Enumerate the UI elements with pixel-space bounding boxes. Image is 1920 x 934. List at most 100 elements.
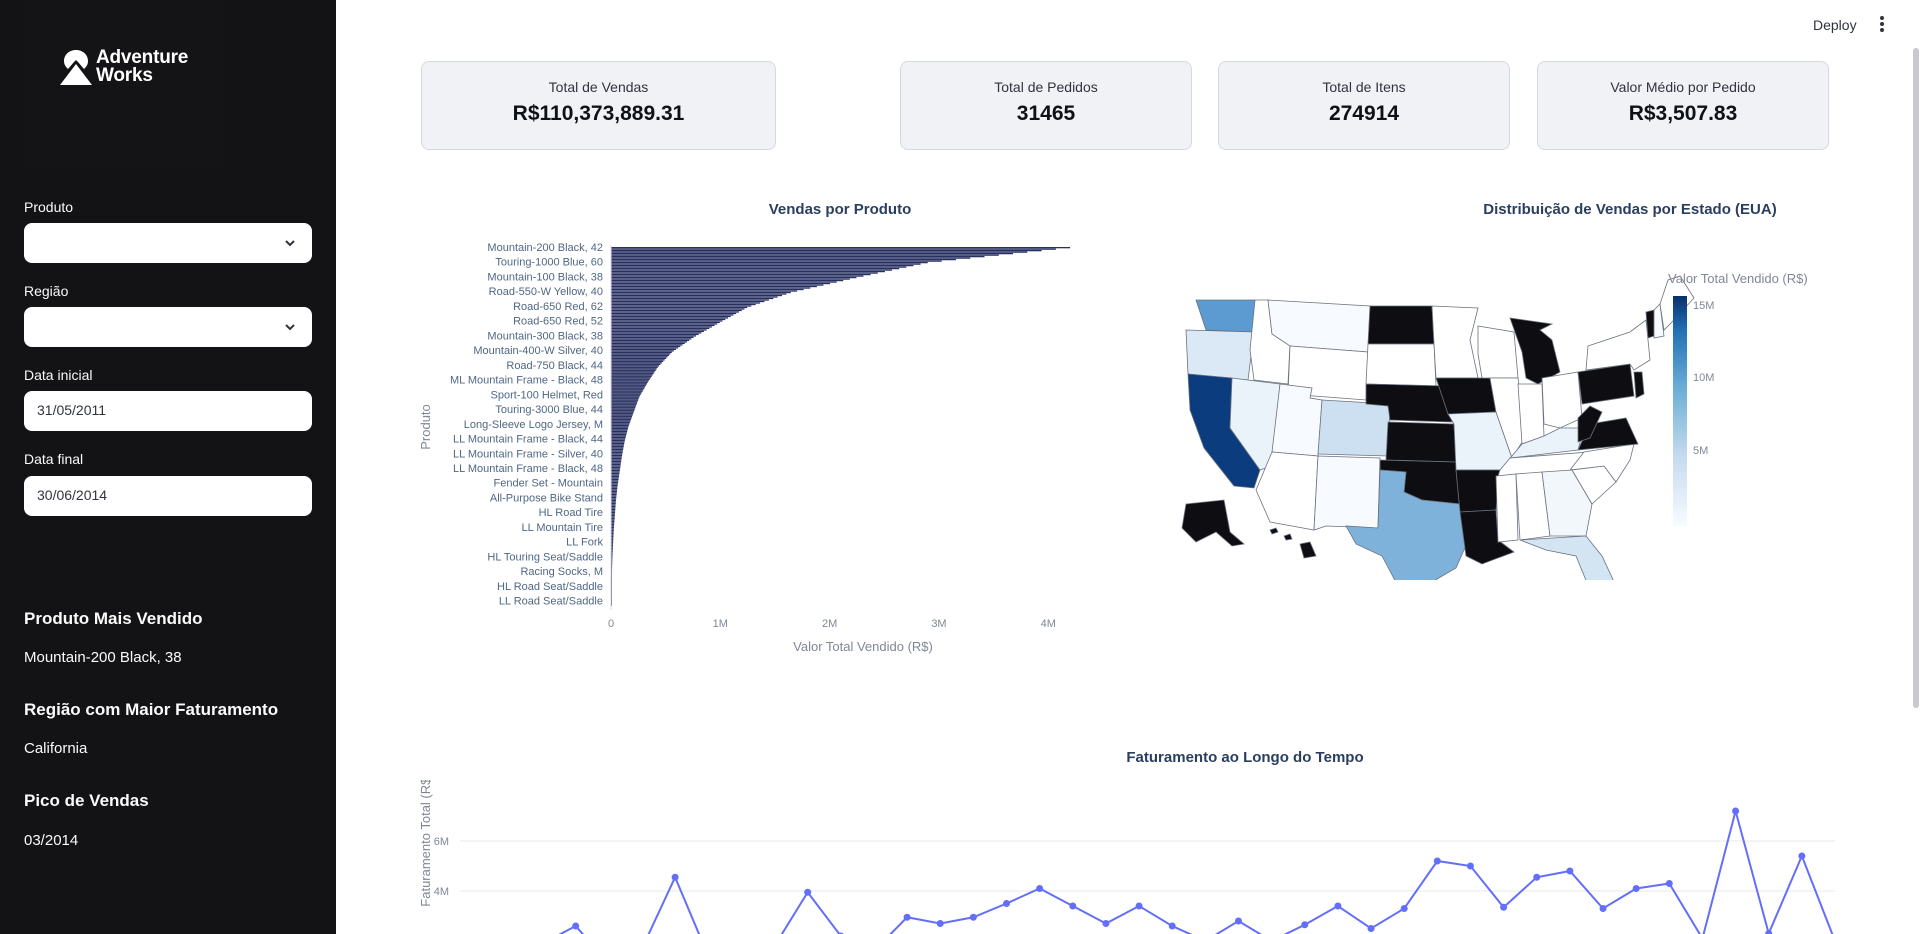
bar — [611, 342, 685, 345]
bar — [611, 447, 624, 449]
state-ohio — [1541, 371, 1583, 429]
bar — [611, 430, 628, 433]
regiao-select[interactable] — [24, 307, 312, 347]
bar — [611, 514, 615, 517]
bar-category-label: LL Mountain Tire — [521, 522, 603, 534]
bar — [611, 459, 622, 461]
produto-select[interactable] — [24, 223, 312, 263]
bar — [611, 323, 718, 325]
bar — [611, 387, 645, 389]
bar — [611, 345, 681, 348]
state-alaska — [1181, 499, 1245, 547]
chevron-down-icon — [285, 324, 295, 331]
bar — [611, 451, 623, 454]
bar — [611, 495, 617, 497]
bar — [611, 450, 623, 452]
bar — [611, 435, 626, 437]
line-point — [1500, 903, 1508, 911]
bar — [611, 272, 878, 274]
bar — [611, 285, 817, 288]
state-washington — [1195, 299, 1256, 333]
bar — [611, 420, 631, 422]
line-point — [1334, 902, 1342, 910]
bar — [611, 468, 621, 470]
bar — [611, 520, 615, 523]
colorbar-tick-10m: 10M — [1693, 372, 1714, 384]
bar — [611, 336, 694, 339]
line-point — [1036, 885, 1044, 892]
data-inicial-input[interactable]: 31/05/2011 — [24, 391, 312, 431]
bar — [611, 248, 1056, 250]
metric-label: Valor Médio por Pedido — [1610, 79, 1756, 95]
state-hawaii — [1269, 527, 1317, 559]
bar-category-label: Touring-3000 Blue, 44 — [495, 404, 603, 416]
line-series — [558, 807, 1834, 934]
bar — [611, 288, 804, 291]
bar — [611, 426, 629, 428]
deploy-button[interactable]: Deploy — [1813, 17, 1857, 33]
bar — [611, 369, 656, 371]
us-choropleth-map: Valor Total Vendido (R$) 15M 10M 5M — [1181, 271, 1808, 580]
bar — [611, 490, 617, 493]
bar — [611, 275, 864, 277]
bar-category-label: Long-Sleeve Logo Jersey, M — [464, 419, 603, 431]
bar — [611, 410, 635, 412]
bar-category-label: Fender Set - Mountain — [494, 478, 603, 490]
data-inicial-label: Data inicial — [24, 367, 93, 383]
bar — [611, 395, 640, 397]
bar-category-label: ML Mountain Frame - Black, 48 — [450, 375, 603, 387]
state-indiana — [1517, 383, 1545, 445]
data-final-input[interactable]: 30/06/2014 — [24, 476, 312, 516]
line-point — [1135, 902, 1143, 910]
bar — [611, 414, 633, 416]
bar-category-label: Road-750 Black, 44 — [506, 360, 603, 372]
page-scrollbar[interactable] — [1913, 48, 1919, 708]
bar — [611, 465, 621, 467]
bar — [611, 496, 617, 499]
bar — [611, 332, 702, 334]
bar — [611, 436, 626, 439]
state-wisconsin — [1477, 325, 1519, 379]
bar — [611, 354, 669, 356]
bar-category-label: Racing Socks, M — [520, 566, 603, 578]
metric-label: Total de Vendas — [548, 79, 649, 95]
bar — [611, 474, 620, 476]
metric-total-pedidos: Total de Pedidos 31465 — [900, 61, 1192, 150]
bar — [611, 513, 615, 515]
state-north-dakota — [1367, 305, 1435, 345]
bar — [611, 247, 1071, 249]
bar — [611, 333, 699, 336]
chevron-down-icon — [285, 240, 295, 247]
line-point — [671, 873, 679, 881]
bar — [611, 399, 639, 401]
bar — [611, 413, 634, 415]
main-menu-icon[interactable] — [1876, 16, 1888, 34]
bar — [611, 353, 671, 355]
bar — [611, 516, 615, 518]
bar — [611, 433, 627, 436]
bar — [611, 499, 616, 502]
line-point — [1566, 867, 1574, 875]
adventure-works-logo: Adventure Works — [59, 48, 188, 86]
bar — [611, 326, 712, 328]
bar-category-label: Touring-1000 Blue, 60 — [495, 257, 603, 269]
bar — [611, 453, 623, 455]
bar — [611, 380, 649, 382]
bar — [611, 314, 734, 316]
bar — [611, 392, 642, 394]
bar — [611, 402, 637, 404]
bar — [611, 327, 710, 330]
line-point — [1367, 925, 1375, 932]
bar — [611, 366, 658, 368]
bar — [611, 335, 697, 337]
data-final-label: Data final — [24, 451, 84, 467]
line-point — [1665, 880, 1673, 887]
bar — [611, 261, 928, 264]
bar — [611, 519, 615, 521]
line-point — [1069, 902, 1077, 910]
bar — [611, 505, 616, 508]
bar — [611, 348, 676, 351]
bar — [611, 357, 667, 359]
bar — [611, 284, 824, 286]
regiao-maior-faturamento-title: Região com Maior Faturamento — [24, 700, 279, 719]
